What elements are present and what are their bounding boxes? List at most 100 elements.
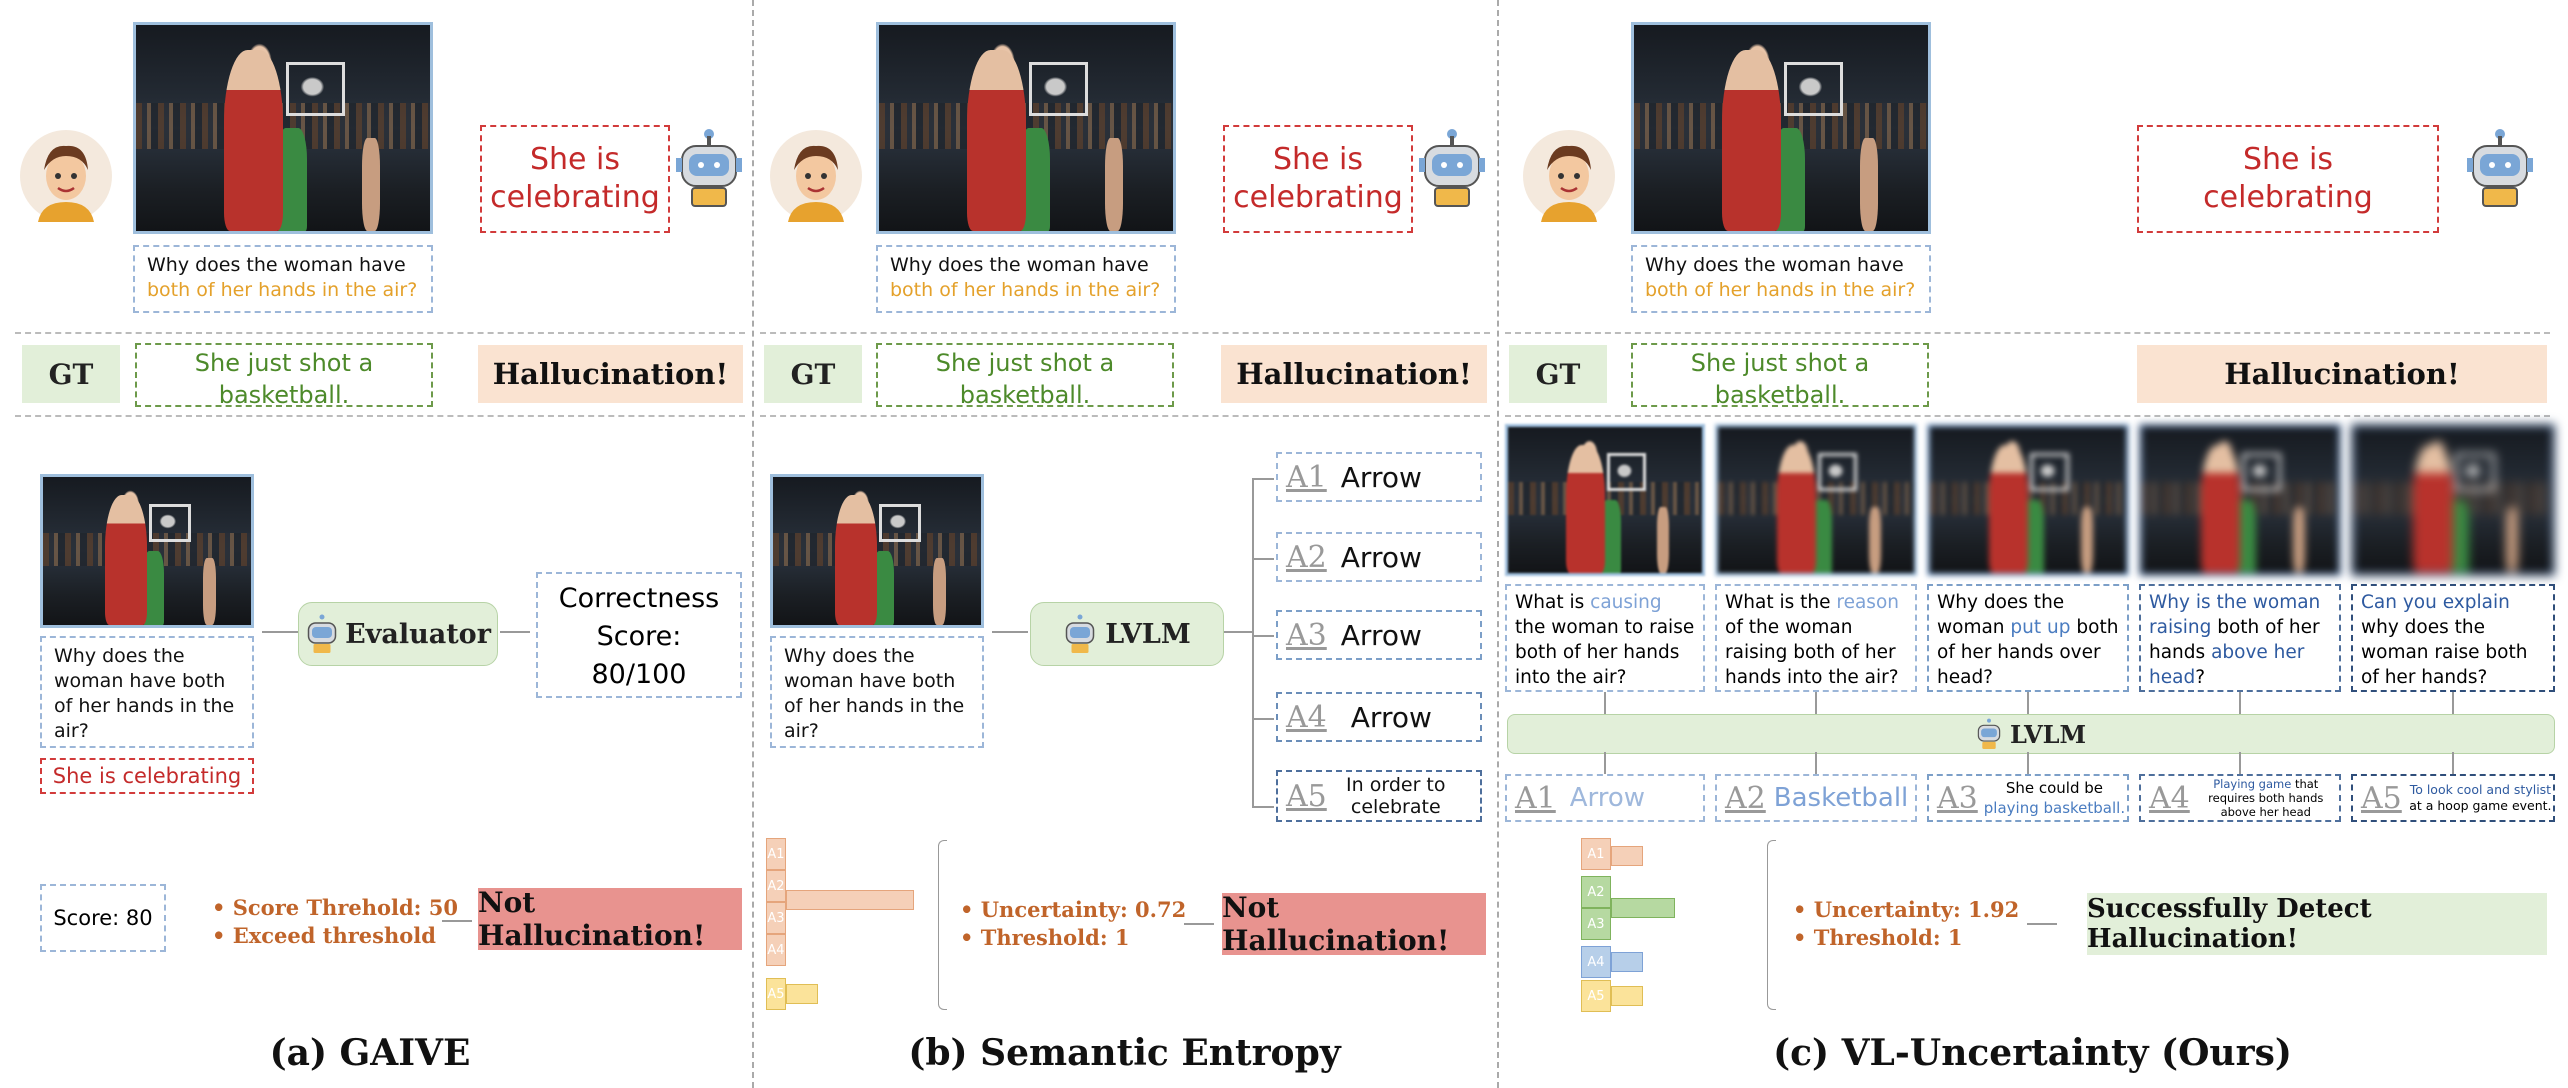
rephrased-question: Why does the woman put up both of her ha… xyxy=(1927,584,2129,692)
answer-bar xyxy=(1611,898,1675,918)
connector xyxy=(1604,752,1606,774)
robot-icon xyxy=(307,614,337,653)
connector xyxy=(442,920,472,922)
correctness-score: Correctness Score: 80/100 xyxy=(536,572,742,698)
answer-item: A4 Playing game that requires both hands … xyxy=(2139,774,2341,822)
rephrased-question: Why is the woman raising both of her han… xyxy=(2139,584,2341,692)
answer-distribution-chart: A1 A2 A3 A4 A5 xyxy=(1581,838,1721,1014)
connector xyxy=(1604,692,1606,714)
answer-distribution-chart: A1 A2 A3 A4 A5 xyxy=(766,838,914,1014)
lvlm-node: LVLM xyxy=(1507,714,2555,754)
answer-item: A1 Arrow xyxy=(1505,774,1705,822)
connector xyxy=(2027,692,2029,714)
bracket xyxy=(938,840,947,1010)
panel-caption: (c) VL-Uncertainty (Ours) xyxy=(1773,1032,2292,1074)
answer-box: She is celebrating xyxy=(40,758,254,794)
connector xyxy=(1224,631,1252,633)
user-avatar-icon xyxy=(1523,130,1615,222)
user-question: Why does the woman have both of her hand… xyxy=(133,245,433,313)
bar-label: A5 xyxy=(1581,980,1611,1012)
panel-caption: (b) Semantic Entropy xyxy=(908,1032,1341,1074)
gt-label: GT xyxy=(1509,345,1607,403)
connector xyxy=(262,631,298,633)
connector xyxy=(2452,692,2454,714)
scene-image xyxy=(876,22,1176,234)
rephrased-question: Can you explain why does the woman raise… xyxy=(2351,584,2555,692)
bar-label: A2 xyxy=(1581,876,1611,908)
hallucination-label: Hallucination! xyxy=(478,345,743,403)
connector xyxy=(1815,752,1817,774)
answer-bar xyxy=(1611,952,1643,972)
connector xyxy=(1252,806,1274,808)
robot-icon xyxy=(1977,718,2001,749)
gt-answer: She just shot a basketball. xyxy=(1631,343,1929,409)
bar-label: A1 xyxy=(766,838,786,870)
scene-image xyxy=(133,22,433,234)
rephrased-question: What is causing the woman to raise both … xyxy=(1505,584,1705,692)
answer-bar xyxy=(786,890,914,910)
scene-image xyxy=(770,474,984,628)
verdict-badge: Not Hallucination! xyxy=(1222,891,1486,957)
connector xyxy=(1815,692,1817,714)
connector xyxy=(2239,692,2241,714)
model-answer: She is celebrating xyxy=(480,125,670,233)
user-avatar-icon xyxy=(20,130,112,222)
perturbed-image xyxy=(1715,424,1917,576)
answer-item: A4 Arrow xyxy=(1276,692,1482,742)
panel-a: Why does the woman have both of her hand… xyxy=(0,0,752,1088)
answer-bar xyxy=(1611,986,1643,1006)
perturbed-image xyxy=(2139,424,2341,576)
connector xyxy=(2452,752,2454,774)
answer-bar xyxy=(1611,846,1643,866)
verdict-badge: Successfully Detect Hallucination! xyxy=(2087,893,2547,955)
bar-label: A4 xyxy=(766,934,786,966)
scene-image xyxy=(40,474,254,628)
robot-icon xyxy=(676,128,742,208)
scene-image xyxy=(1631,22,1931,234)
connector xyxy=(1252,478,1254,808)
bar-label: A3 xyxy=(1581,908,1611,940)
gt-label: GT xyxy=(22,345,120,403)
user-question: Why does the woman have both of her hand… xyxy=(876,245,1176,313)
bar-label: A2 xyxy=(766,870,786,902)
answer-item: A3 Arrow xyxy=(1276,610,1482,660)
connector xyxy=(2027,752,2029,774)
connector xyxy=(1252,478,1274,480)
gt-answer: She just shot a basketball. xyxy=(876,343,1174,409)
answer-item: A5 In order to celebrate xyxy=(1276,770,1482,822)
answer-item: A3 She could be playing basketball. xyxy=(1927,774,2129,822)
robot-icon xyxy=(1419,128,1485,208)
verdict-badge: Not Hallucination! xyxy=(478,886,742,952)
answer-item: A1 Arrow xyxy=(1276,452,1482,502)
score-box: Score: 80 xyxy=(40,884,166,952)
answer-bar xyxy=(786,984,818,1004)
connector xyxy=(2239,752,2241,774)
perturbed-image xyxy=(1927,424,2129,576)
gt-label: GT xyxy=(764,345,862,403)
bar-label: A4 xyxy=(1581,946,1611,978)
user-question: Why does the woman have both of her hand… xyxy=(1631,245,1931,313)
question-box: Why does the woman have both of her hand… xyxy=(770,636,984,748)
bar-label: A3 xyxy=(766,902,786,934)
panel-b: Why does the woman have both of her hand… xyxy=(752,0,1497,1088)
gt-answer: She just shot a basketball. xyxy=(135,343,433,409)
bullet-list: • Uncertainty: 1.92 • Threshold: 1 xyxy=(1793,897,2020,950)
bullet-list: • Score Threhold: 50 • Exceed threshold xyxy=(212,895,458,948)
lvlm-node: LVLM xyxy=(1030,602,1224,666)
bullet-list: • Uncertainty: 0.72 • Threshold: 1 xyxy=(960,897,1187,950)
question-box: Why does the woman have both of her hand… xyxy=(40,636,254,748)
model-answer: She is celebrating xyxy=(2137,125,2439,233)
connector xyxy=(500,631,530,633)
model-answer: She is celebrating xyxy=(1223,125,1413,233)
rephrased-question: What is the reason of the woman raising … xyxy=(1715,584,1917,692)
perturbed-image xyxy=(2351,424,2555,576)
connector xyxy=(992,631,1028,633)
connector xyxy=(1184,923,1214,925)
answer-item: A2 Basketball xyxy=(1715,774,1917,822)
hallucination-label: Hallucination! xyxy=(1221,345,1487,403)
panel-caption: (a) GAIVE xyxy=(269,1032,471,1074)
robot-icon xyxy=(2467,128,2533,208)
evaluator-node: Evaluator xyxy=(298,602,498,666)
robot-icon xyxy=(1065,614,1095,653)
connector xyxy=(2027,923,2057,925)
